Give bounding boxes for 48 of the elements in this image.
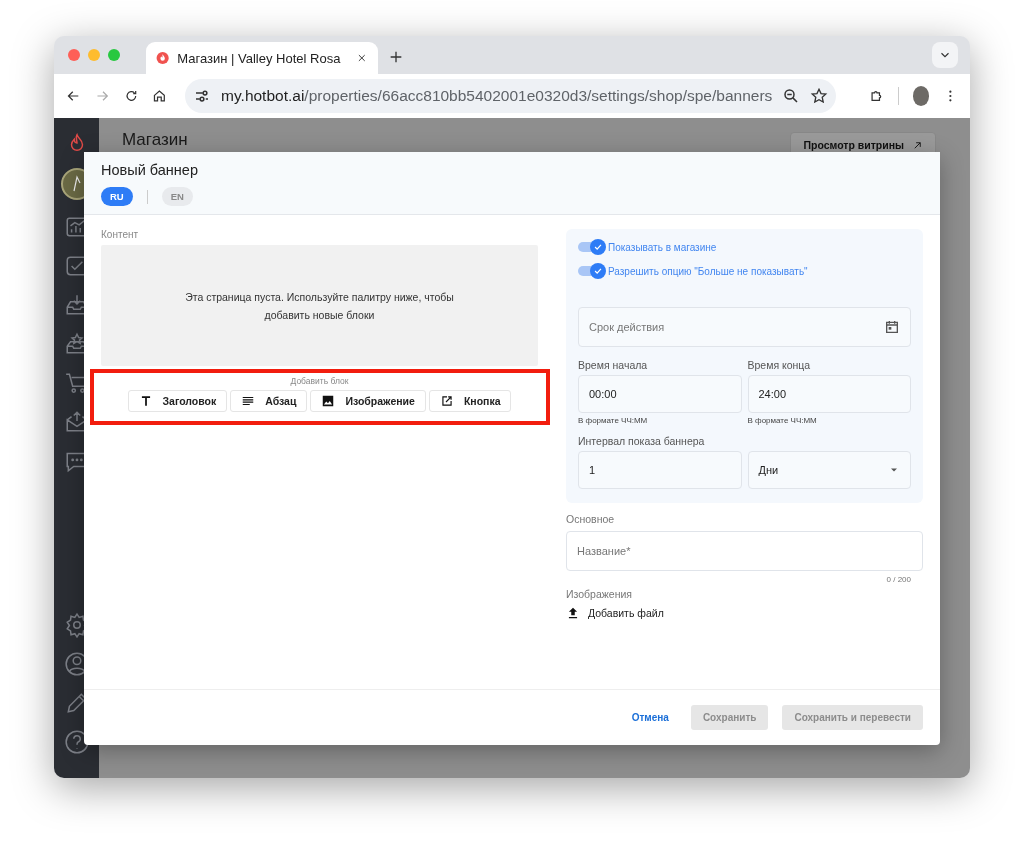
calendar-icon <box>884 319 900 335</box>
external-link-icon <box>439 394 454 408</box>
profile-avatar[interactable] <box>912 86 930 106</box>
section-label: Контент <box>101 229 140 240</box>
field-label: Интервал показа баннера <box>578 435 706 447</box>
star-icon <box>810 87 829 105</box>
section-label: Изображения <box>566 588 633 600</box>
toggle-switch[interactable] <box>578 263 606 279</box>
home-icon <box>152 87 168 105</box>
unit-dropdown[interactable]: Дни <box>747 451 911 489</box>
add-block-button[interactable]: Изображение <box>310 390 426 412</box>
toggle-label: Показывать в магазине <box>608 241 717 253</box>
upload-icon <box>566 606 580 620</box>
cancel-button[interactable]: Отмена <box>625 711 675 724</box>
paragraph-icon <box>241 394 256 408</box>
address-bar[interactable]: my.hotbot.ai/properties/66acc810bb5402001e0320d3/settings/shop/spe/banners <box>185 79 837 113</box>
empty-message: Эта страница пуста. Используйте палитру ниже, чтобы добавить новые блоки <box>184 289 455 323</box>
page-title: Магазин <box>122 130 188 150</box>
section-label: Основное <box>566 513 616 525</box>
interval-field[interactable]: 1 <box>578 451 742 489</box>
url-text: my.hotbot.ai/properties/66acc810bb5402001e0320d3/settings/shop/spe/banners <box>221 87 773 105</box>
image-icon <box>321 394 336 408</box>
check-icon <box>593 242 603 252</box>
field-label: Время начала <box>578 359 649 371</box>
field-label: Время конца <box>747 359 812 371</box>
character-counter: 0 / 200 <box>885 575 911 584</box>
flame-icon <box>156 50 170 66</box>
field-hint: В формате ЧЧ:ММ <box>578 416 649 425</box>
add-block-label: Добавить блок <box>289 376 350 386</box>
add-block-button[interactable]: Абзац <box>230 390 308 412</box>
new-tab-icon <box>388 49 404 65</box>
time-field[interactable]: 24:00 <box>747 375 911 413</box>
browser-tab[interactable]: Магазин | Valley Hotel Rosa <box>146 42 378 74</box>
add-block-button[interactable]: Кнопка <box>428 390 512 412</box>
time-field[interactable]: 00:00 <box>578 375 742 413</box>
tab-title: Магазин | Valley Hotel Rosa <box>177 50 341 66</box>
field-hint: В формате ЧЧ:ММ <box>747 416 818 425</box>
date-field[interactable]: Срок действия <box>578 307 911 347</box>
help-icon[interactable] <box>63 729 90 755</box>
add-block-button[interactable]: Заголовок <box>127 390 228 412</box>
name-field[interactable]: Название* <box>566 531 923 571</box>
language-tab[interactable]: RU <box>101 187 133 206</box>
check-icon <box>593 266 603 276</box>
add-file-button[interactable]: Добавить файл <box>566 606 664 620</box>
arrow-up-right-icon <box>912 139 923 151</box>
toggle-label: Разрешить опцию "Больше не показывать" <box>608 265 808 277</box>
dialog-title: Новый баннер <box>101 162 199 178</box>
toggle-switch[interactable] <box>578 239 606 255</box>
